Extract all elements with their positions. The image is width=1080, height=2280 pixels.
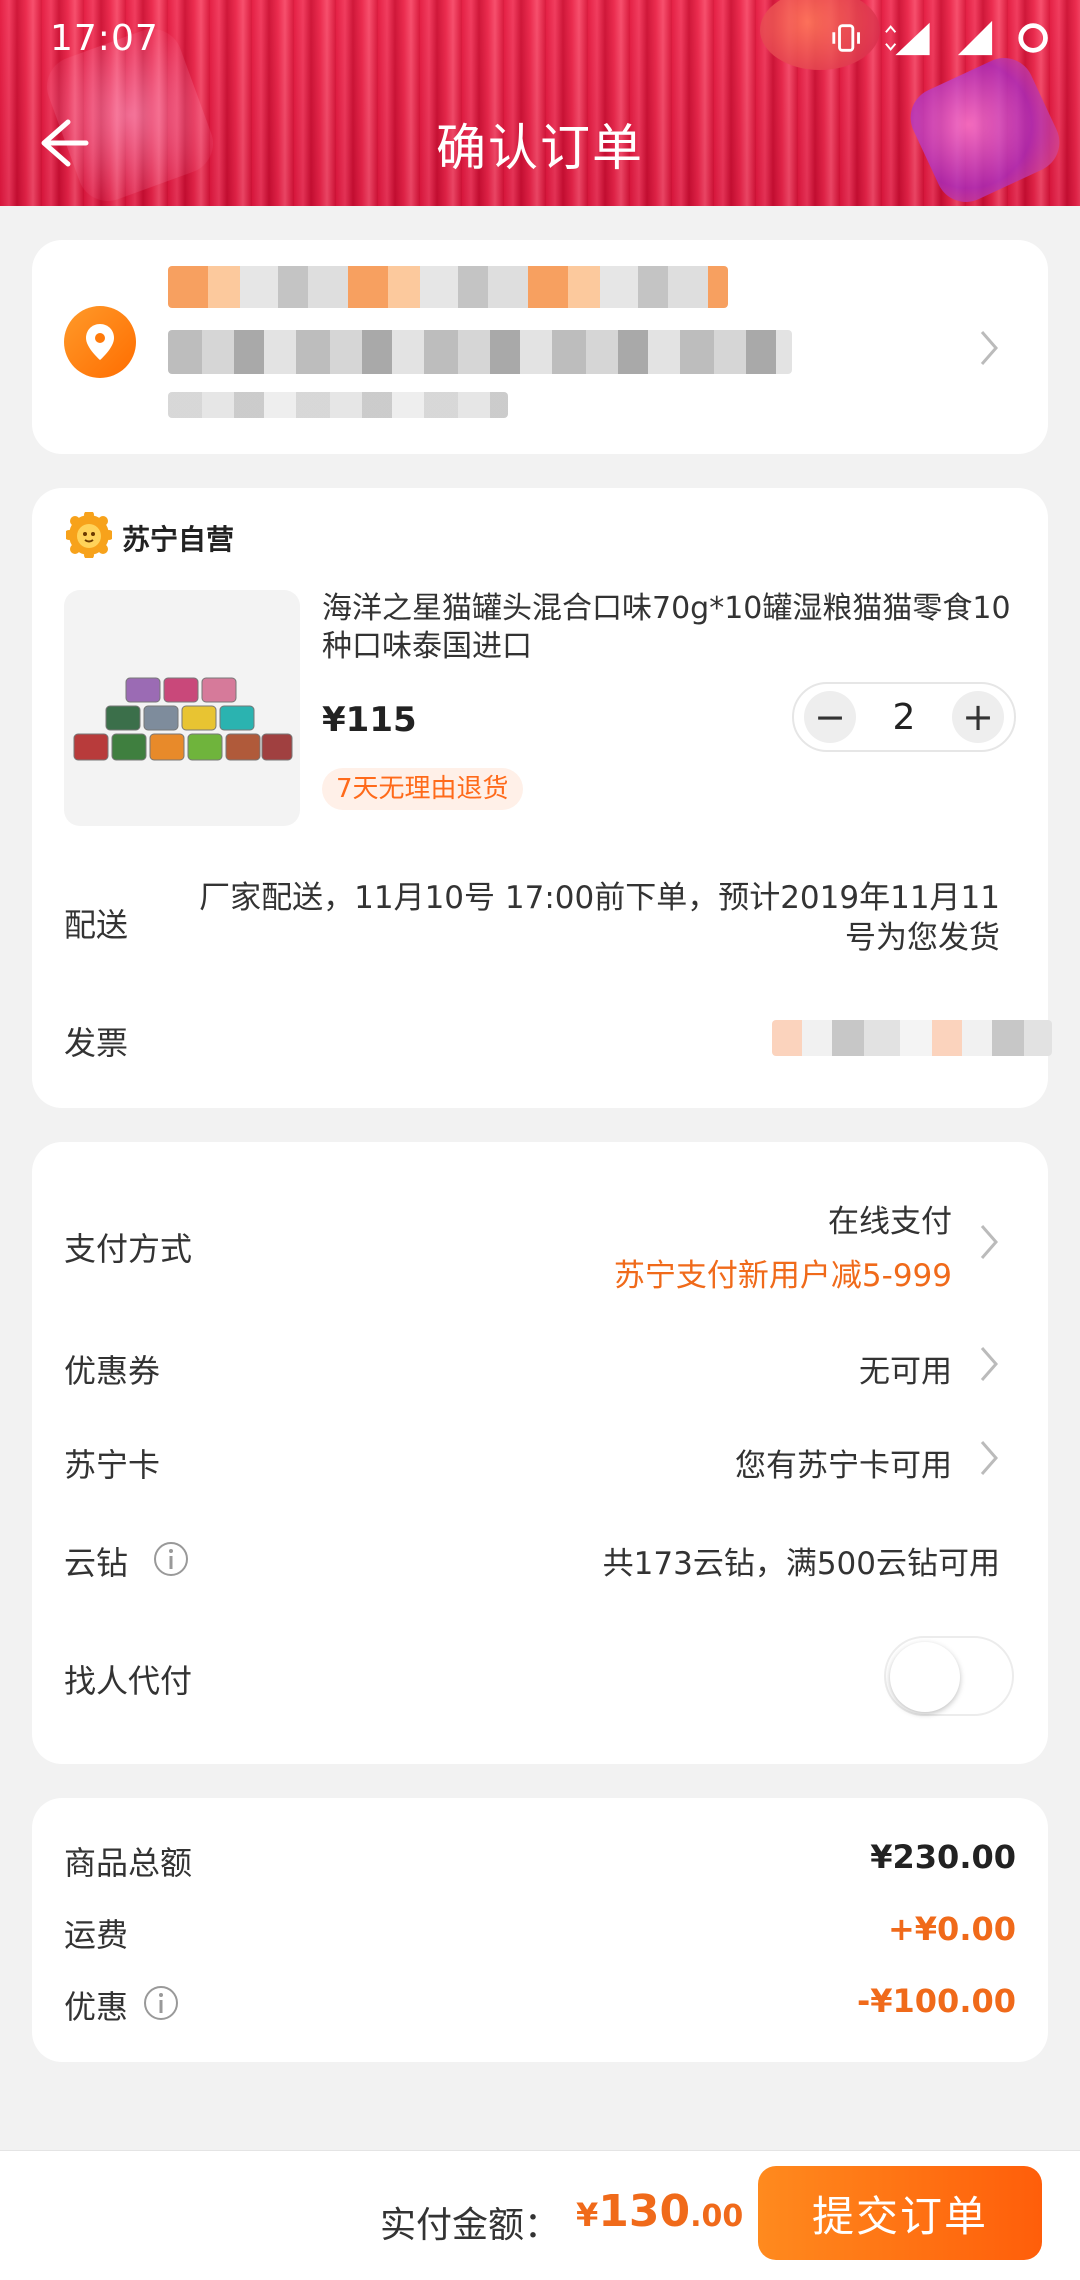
quantity-stepper: − 2 + bbox=[792, 682, 1016, 752]
payment-method-label: 支付方式 bbox=[64, 1230, 193, 1268]
location-pin-icon bbox=[64, 306, 136, 378]
total-label: 实付金额： bbox=[380, 2205, 561, 2246]
invoice-label: 发票 bbox=[64, 1024, 129, 1062]
store-name: 苏宁自营 bbox=[122, 523, 235, 556]
return-policy-badge: 7天无理由退货 bbox=[322, 768, 523, 810]
goods-total-value: ¥230.00 bbox=[870, 1838, 1016, 1876]
delivery-label: 配送 bbox=[64, 906, 129, 944]
address-phone-masked bbox=[168, 392, 508, 418]
chevron-right-icon[interactable] bbox=[976, 328, 1002, 368]
pay-for-me-toggle[interactable] bbox=[884, 1636, 1014, 1716]
freight-label: 运费 bbox=[64, 1916, 129, 1954]
status-icons bbox=[830, 16, 1050, 60]
chevron-right-icon[interactable] bbox=[976, 1344, 1002, 1384]
chevron-right-icon[interactable] bbox=[976, 1222, 1002, 1262]
product-title[interactable]: 海洋之星猫罐头混合口味70g*10罐湿粮猫猫零食10种口味泰国进口 bbox=[322, 590, 1022, 666]
info-icon[interactable] bbox=[152, 1540, 190, 1578]
vibrate-icon bbox=[832, 24, 860, 52]
discount-value: -¥100.00 bbox=[856, 1982, 1016, 2020]
yunzuan-value: 共173云钻，满500云钻可用 bbox=[602, 1546, 1000, 1582]
increase-button[interactable]: + bbox=[952, 691, 1004, 743]
delivery-value: 厂家配送，11月10号 17:00前下单，预计2019年11月11号为您发货 bbox=[199, 880, 1000, 956]
payment-promo: 苏宁支付新用户减5-999 bbox=[613, 1258, 952, 1294]
toggle-knob bbox=[890, 1642, 960, 1712]
payment-method-value[interactable]: 在线支付 bbox=[500, 1196, 952, 1241]
coupon-value[interactable]: 无可用 bbox=[600, 1346, 952, 1391]
signal-icon bbox=[957, 20, 992, 56]
quantity-value[interactable]: 2 bbox=[893, 697, 916, 738]
suning-lion-icon bbox=[66, 512, 112, 558]
status-time: 17:07 bbox=[50, 18, 159, 59]
page-title: 确认订单 bbox=[436, 119, 644, 177]
info-icon[interactable] bbox=[142, 1984, 180, 2022]
submit-order-button[interactable]: 提交订单 bbox=[758, 2166, 1042, 2260]
loading-icon bbox=[1018, 23, 1048, 53]
total-integer: 130 bbox=[598, 2186, 691, 2237]
pay-for-me-label: 找人代付 bbox=[64, 1662, 193, 1700]
address-name-masked bbox=[168, 266, 728, 308]
discount-label: 优惠 bbox=[64, 1988, 129, 2026]
product-image[interactable] bbox=[64, 590, 300, 826]
goods-total-label: 商品总额 bbox=[64, 1844, 193, 1882]
suning-card-value[interactable]: 您有苏宁卡可用 bbox=[560, 1440, 952, 1485]
invoice-value-masked[interactable] bbox=[772, 1020, 1052, 1056]
product-price: ¥115 bbox=[322, 700, 417, 740]
currency-symbol: ¥ bbox=[576, 2196, 599, 2234]
address-line-masked bbox=[168, 330, 792, 374]
chevron-right-icon[interactable] bbox=[976, 1438, 1002, 1478]
yunzuan-label: 云钻 bbox=[64, 1544, 129, 1582]
total-decimal: .00 bbox=[690, 2199, 744, 2234]
coupon-label: 优惠券 bbox=[64, 1352, 161, 1390]
freight-value: +¥0.00 bbox=[887, 1910, 1016, 1948]
suning-card-label: 苏宁卡 bbox=[64, 1446, 161, 1484]
signal-4g-icon bbox=[885, 22, 930, 56]
decrease-button[interactable]: − bbox=[804, 691, 856, 743]
total-amount: ¥130.00 bbox=[576, 2186, 743, 2237]
